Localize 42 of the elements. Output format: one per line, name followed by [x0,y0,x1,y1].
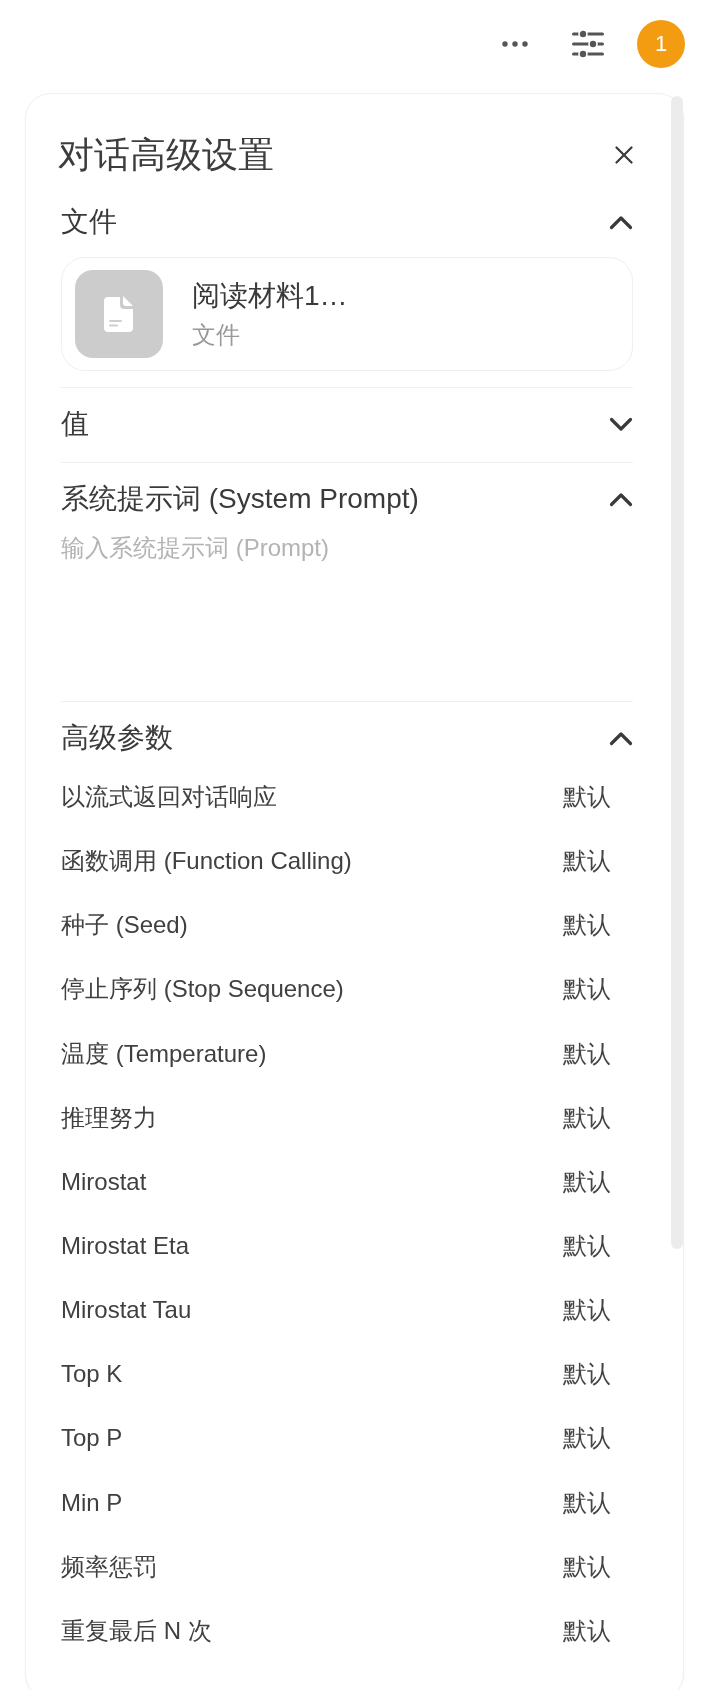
param-label: Top K [61,1360,123,1389]
more-icon [502,41,528,47]
param-label: 种子 (Seed) [61,910,188,941]
prompt-field[interactable]: 输入系统提示词 (Prompt) [61,531,633,685]
panel-title: 对话高级设置 [58,133,274,177]
file-card[interactable]: 阅读材料1… 文件 [61,257,633,371]
param-label: Top P [61,1424,123,1453]
param-value-toggle[interactable]: 默认 [563,1486,611,1519]
param-value-toggle[interactable]: 默认 [563,1230,611,1263]
param-label: Mirostat Tau [61,1296,192,1325]
param-label: 重复最后 N 次 [61,1615,212,1646]
document-icon [75,270,163,358]
param-value-toggle[interactable]: 默认 [563,1165,611,1198]
param-label: Mirostat Eta [61,1232,190,1261]
section-toggle[interactable]: 高级参数 [61,716,633,760]
param-label: 温度 (Temperature) [61,1038,267,1069]
param-label: 停止序列 (Stop Sequence) [61,974,344,1005]
param-value-toggle[interactable]: 默认 [563,1294,611,1327]
section-toggle[interactable]: 文件 [61,200,633,244]
param-label: 函数调用 (Function Calling) [61,846,352,877]
section-toggle[interactable]: 值 [61,402,633,446]
param-label: Mirostat [61,1167,147,1196]
section-toggle[interactable]: 系统提示词 (System Prompt) [61,477,633,521]
param-label: 频率惩罚 [61,1551,157,1582]
param-value-toggle[interactable]: 默认 [563,909,611,942]
file-name: 阅读材料1… [192,279,348,313]
param-label: 以流式返回对话响应 [61,782,277,813]
param-value-toggle[interactable]: 默认 [563,973,611,1006]
param-value-toggle[interactable]: 默认 [563,1550,611,1583]
close-button[interactable] [615,146,633,164]
param-value-toggle[interactable]: 默认 [563,1358,611,1391]
param-value-toggle[interactable]: 默认 [563,845,611,878]
param-value-toggle[interactable]: 默认 [563,1422,611,1455]
param-value-toggle[interactable]: 默认 [563,1614,611,1647]
param-value-toggle[interactable]: 默认 [563,781,611,814]
param-label: 推理努力 [61,1102,157,1133]
close-icon [615,146,633,164]
param-label: Min P [61,1488,123,1517]
sliders-icon [572,30,604,58]
param-value-toggle[interactable]: 默认 [563,1037,611,1070]
file-type: 文件 [192,320,241,350]
param-value-toggle[interactable]: 默认 [563,1101,611,1134]
